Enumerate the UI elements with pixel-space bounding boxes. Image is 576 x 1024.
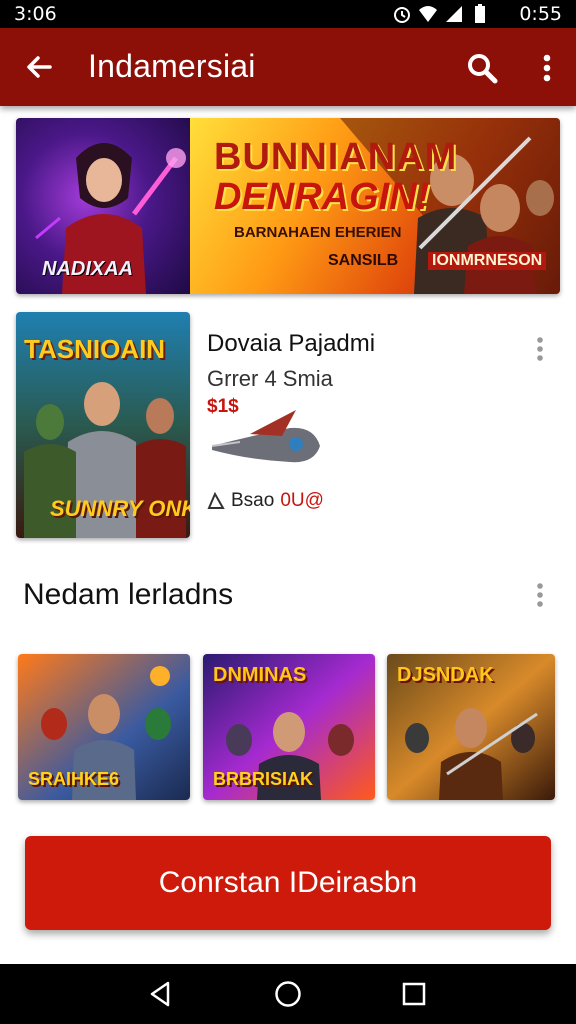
feature-art-title: TASNIOAIN	[24, 334, 166, 364]
banner-hero-art: NADIXAA	[16, 118, 190, 294]
banner-tag-2: IONMRNESON	[428, 252, 547, 270]
nav-home-button[interactable]	[268, 976, 308, 1012]
banner-heading-line2: DENRAGIN!	[214, 176, 430, 218]
status-icon-group	[392, 4, 490, 24]
status-bar: 3:06 0:55	[0, 0, 576, 28]
back-arrow-icon	[27, 56, 52, 78]
primary-cta-button[interactable]: Conrstan IDeirasbn	[25, 836, 551, 930]
feature-item-image	[210, 406, 326, 472]
search-icon	[468, 54, 498, 84]
status-time-right: 0:55	[519, 3, 562, 25]
app-bar: Indamersiai	[0, 28, 576, 106]
game-thumb-1[interactable]: SRAIHKE6	[18, 654, 190, 800]
banner-left-label: NADIXAA	[42, 258, 134, 280]
banner-tag-1: SANSILB	[328, 252, 399, 269]
thumb-1-label: SRAIHKE6	[28, 769, 120, 789]
feature-game-art[interactable]: TASNIOAIN SUNNRY ONKISIB	[16, 312, 190, 538]
thumb-3-title: DJSNDAK	[397, 664, 494, 686]
game-thumb-2[interactable]: DNMINAS BRBRISIAK	[203, 654, 375, 800]
tag-icon	[207, 492, 225, 509]
thumb-2-label: BRBRISIAK	[213, 769, 314, 789]
back-button[interactable]	[18, 46, 60, 88]
triangle-back-icon	[150, 981, 170, 1007]
feature-meta: Bsao 0U@	[207, 490, 324, 512]
more-vert-icon	[537, 583, 543, 607]
battery-icon	[475, 4, 485, 23]
banner-subtitle: BARNAHAEN EHERIEN	[234, 224, 402, 241]
banner-heading-line1: BUNNIANAM	[214, 136, 458, 178]
more-vert-icon	[543, 54, 551, 82]
search-button[interactable]	[462, 48, 502, 88]
feature-meta-text: Bsao	[231, 490, 275, 511]
more-vert-icon	[537, 337, 543, 361]
section-title: Nedam lerladns	[23, 578, 234, 611]
page-title: Indamersiai	[88, 48, 256, 84]
feature-more-button[interactable]	[530, 334, 550, 364]
system-nav-bar	[0, 964, 576, 1024]
alarm-icon	[394, 7, 410, 23]
nav-recents-button[interactable]	[394, 976, 434, 1012]
feature-subtitle: Grrer 4 Smia	[207, 366, 333, 391]
section-more-button[interactable]	[530, 580, 550, 610]
circle-home-icon	[275, 981, 301, 1007]
game-thumb-3[interactable]: DJSNDAK	[387, 654, 555, 800]
thumb-2-title: DNMINAS	[213, 664, 307, 686]
feature-meta-accent: 0U@	[280, 490, 324, 511]
status-time-left: 3:06	[14, 3, 57, 25]
signal-icon	[446, 6, 462, 22]
square-recents-icon	[402, 982, 426, 1006]
feature-title[interactable]: Dovaia Pajadmi	[207, 330, 375, 358]
nav-back-button[interactable]	[140, 976, 180, 1012]
promo-banner[interactable]: NADIXAA BUNNIANAM DENRAGIN! BARNAHAEN EH…	[16, 118, 560, 294]
overflow-menu-button[interactable]	[532, 48, 562, 88]
wifi-icon	[419, 6, 437, 22]
feature-art-subtitle: SUNNRY ONKISIB	[50, 496, 190, 521]
aircraft-illustration	[211, 410, 320, 463]
